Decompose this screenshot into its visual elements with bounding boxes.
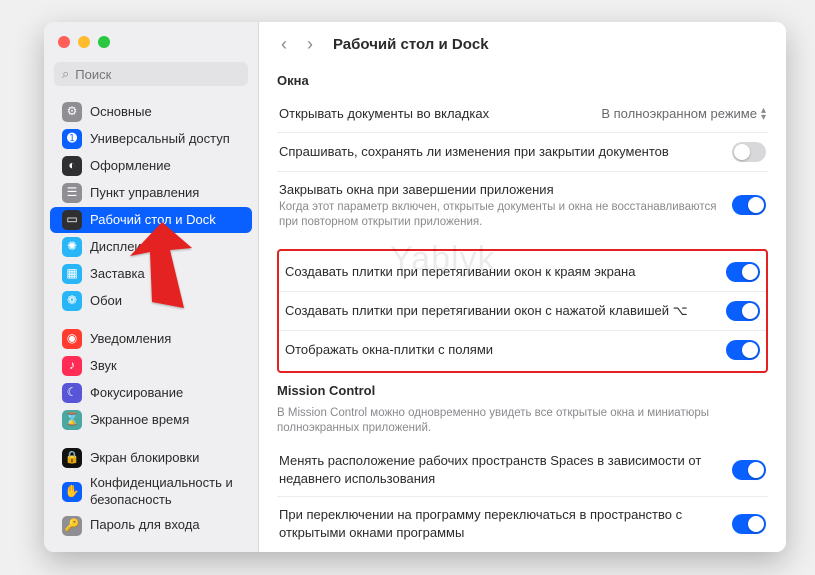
- sidebar-item-4[interactable]: ▭ Рабочий стол и Dock: [50, 207, 252, 233]
- sidebar-item-2[interactable]: ◐ Оформление: [50, 153, 252, 179]
- content-body: Окна Открывать документы во вкладках В по…: [259, 65, 786, 552]
- sidebar-item-icon: ⌛: [62, 410, 82, 430]
- toggle-switch[interactable]: [726, 301, 760, 321]
- sidebar-item-label: Пароль для входа: [90, 517, 200, 534]
- sidebar-item-10[interactable]: ♪ Звук: [50, 353, 252, 379]
- row-label: Закрывать окна при завершении приложения: [279, 181, 718, 199]
- toggle-switch[interactable]: [726, 262, 760, 282]
- sidebar-item-7[interactable]: ❁ Обои: [50, 288, 252, 314]
- sidebar-item-label: Обои: [90, 293, 122, 310]
- updown-icon: ▴▾: [761, 107, 766, 121]
- minimize-button[interactable]: [78, 36, 90, 48]
- mission-row-1: При переключении на программу переключат…: [277, 497, 768, 550]
- row-label: Создавать плитки при перетягивании окон …: [285, 263, 712, 281]
- nav-forward-button[interactable]: ›: [303, 34, 317, 55]
- sidebar-item-3[interactable]: ☰ Пункт управления: [50, 180, 252, 206]
- sidebar-item-icon: ✋: [62, 482, 82, 502]
- page-title: Рабочий стол и Dock: [333, 36, 489, 53]
- windows-row-0: Открывать документы во вкладках В полноэк…: [277, 96, 768, 133]
- sidebar-item-12[interactable]: ⌛ Экранное время: [50, 407, 252, 433]
- sidebar-item-16[interactable]: 🔑 Пароль для входа: [50, 513, 252, 539]
- toggle-switch[interactable]: [732, 142, 766, 162]
- sidebar-item-label: Заставка: [90, 266, 145, 283]
- row-label: Менять расположение рабочих пространств …: [279, 452, 718, 487]
- search-input[interactable]: [75, 67, 240, 82]
- sidebar-item-icon: ✺: [62, 237, 82, 257]
- sidebar-items: ⚙ Основные ➊ Универсальный доступ ◐ Оформлени…: [44, 94, 258, 544]
- sidebar-item-label: Уведомления: [90, 331, 171, 348]
- sidebar-item-icon: ➊: [62, 129, 82, 149]
- sidebar-item-icon: ❁: [62, 291, 82, 311]
- sidebar-item-label: Экран блокировки: [90, 450, 199, 467]
- sidebar-item-1[interactable]: ➊ Универсальный доступ: [50, 126, 252, 152]
- content-header: ‹ › Рабочий стол и Dock: [259, 22, 786, 65]
- nav-back-button[interactable]: ‹: [277, 34, 291, 55]
- sidebar: ⌕ ⚙ Основные ➊ Универсальный доступ ◐ Оформле…: [44, 22, 259, 552]
- sidebar-item-5[interactable]: ✺ Дисплеи: [50, 234, 252, 260]
- sidebar-item-label: Пункт управления: [90, 185, 199, 202]
- sidebar-item-6[interactable]: ▦ Заставка: [50, 261, 252, 287]
- sidebar-item-0[interactable]: ⚙ Основные: [50, 99, 252, 125]
- sidebar-item-icon: ♪: [62, 356, 82, 376]
- close-button[interactable]: [58, 36, 70, 48]
- mission-row-0: Менять расположение рабочих пространств …: [277, 443, 768, 497]
- row-label: Отображать окна-плитки с полями: [285, 341, 712, 359]
- sidebar-item-icon: ◐: [62, 156, 82, 176]
- sidebar-item-label: Дисплеи: [90, 239, 142, 256]
- row-label: При переключении на программу переключат…: [279, 506, 718, 541]
- select-value: В полноэкранном режиме: [601, 106, 757, 121]
- toggle-switch[interactable]: [726, 340, 760, 360]
- sidebar-item-label: Фокусирование: [90, 385, 183, 402]
- sidebar-item-label: Экранное время: [90, 412, 189, 429]
- sidebar-item-icon: ▦: [62, 264, 82, 284]
- section-title-mission: Mission Control: [277, 383, 768, 398]
- toggle-switch[interactable]: [732, 195, 766, 215]
- sidebar-item-14[interactable]: 🔒 Экран блокировки: [50, 445, 252, 471]
- sidebar-item-15[interactable]: ✋ Конфиденциальность и безопасность: [50, 472, 252, 512]
- sidebar-item-icon: ⚙: [62, 102, 82, 122]
- section-desc-mission: В Mission Control можно одновременно уви…: [277, 406, 768, 437]
- sidebar-item-11[interactable]: ☾ Фокусирование: [50, 380, 252, 406]
- sidebar-item-icon: ☾: [62, 383, 82, 403]
- search-icon: ⌕: [62, 66, 69, 82]
- sidebar-item-label: Рабочий стол и Dock: [90, 212, 216, 229]
- windows-row-1: Спрашивать, сохранять ли изменения при з…: [277, 133, 768, 172]
- sidebar-item-icon: 🔒: [62, 448, 82, 468]
- sidebar-item-icon: ▭: [62, 210, 82, 230]
- sidebar-item-icon: ☰: [62, 183, 82, 203]
- sidebar-item-label: Звук: [90, 358, 117, 375]
- sidebar-item-label: Основные: [90, 104, 152, 121]
- fullscreen-button[interactable]: [98, 36, 110, 48]
- select-dropdown[interactable]: В полноэкранном режиме ▴▾: [601, 106, 766, 121]
- settings-window: ⌕ ⚙ Основные ➊ Универсальный доступ ◐ Оформле…: [44, 22, 786, 552]
- content-pane: ‹ › Рабочий стол и Dock Окна Открывать д…: [259, 22, 786, 552]
- section-title-windows: Окна: [277, 73, 768, 88]
- sidebar-item-label: Оформление: [90, 158, 171, 175]
- row-sublabel: Когда этот параметр включен, открытые до…: [279, 200, 718, 230]
- sidebar-item-icon: 🔑: [62, 516, 82, 536]
- traffic-lights: [44, 32, 258, 58]
- toggle-switch[interactable]: [732, 460, 766, 480]
- tiles-row-2: Отображать окна-плитки с полями: [279, 331, 766, 369]
- row-label: Создавать плитки при перетягивании окон …: [285, 302, 712, 320]
- windows-row-2: Закрывать окна при завершении приложения…: [277, 172, 768, 239]
- sidebar-item-icon: ◉: [62, 329, 82, 349]
- row-label: Открывать документы во вкладках: [279, 105, 587, 123]
- tiles-row-0: Создавать плитки при перетягивании окон …: [279, 253, 766, 292]
- highlighted-settings: Создавать плитки при перетягивании окон …: [277, 249, 768, 373]
- toggle-switch[interactable]: [732, 514, 766, 534]
- sidebar-item-label: Универсальный доступ: [90, 131, 230, 148]
- tiles-row-1: Создавать плитки при перетягивании окон …: [279, 292, 766, 331]
- sidebar-item-label: Конфиденциальность и безопасность: [90, 475, 242, 509]
- sidebar-item-9[interactable]: ◉ Уведомления: [50, 326, 252, 352]
- search-field[interactable]: ⌕: [54, 62, 248, 86]
- row-label: Спрашивать, сохранять ли изменения при з…: [279, 143, 718, 161]
